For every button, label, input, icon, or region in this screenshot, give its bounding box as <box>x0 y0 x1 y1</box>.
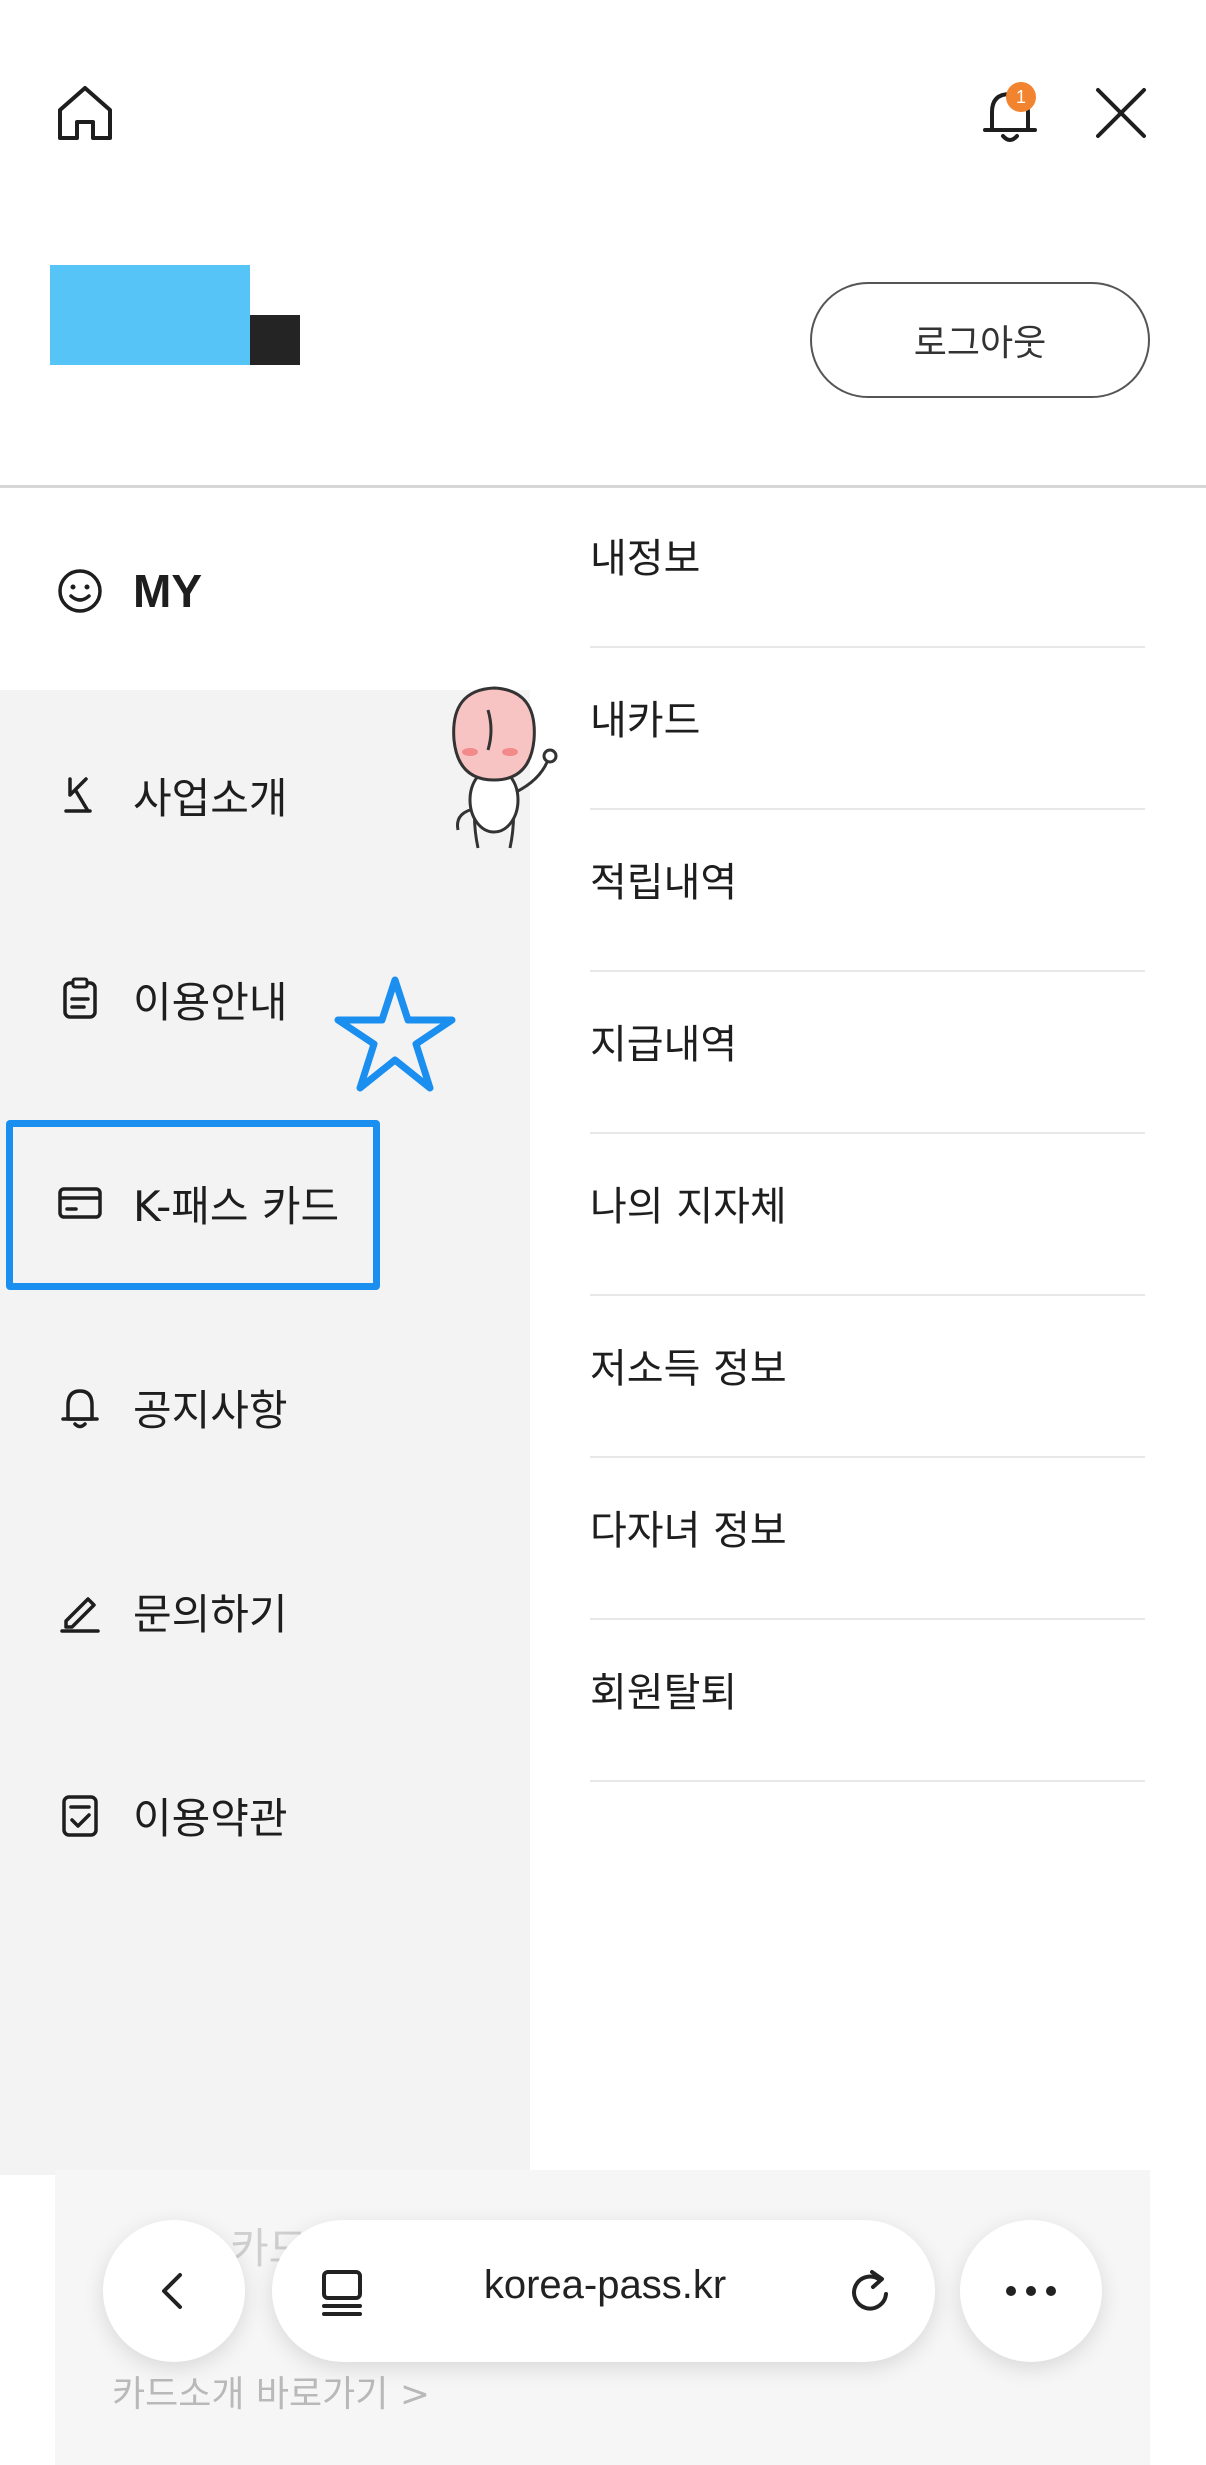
card-intro-link[interactable]: 카드소개 바로가기 > <box>112 2365 430 2417</box>
tabs-icon <box>322 2270 362 2316</box>
sub-item-earn-history[interactable]: 적립내역 <box>590 810 1145 972</box>
nav-label-inquiry: 문의하기 <box>133 1589 288 1639</box>
nav-item-terms[interactable]: 이용약관 <box>55 1775 435 1855</box>
home-icon <box>58 86 112 140</box>
sub-label-my-info: 내정보 <box>590 536 701 582</box>
peach-sticker <box>452 686 558 849</box>
logout-button[interactable]: 로그아웃 <box>810 282 1150 398</box>
nav-label-usage-guide: 이용안내 <box>133 977 288 1027</box>
chevron-left-icon <box>162 2273 182 2309</box>
nav-item-inquiry[interactable]: 문의하기 <box>55 1571 435 1651</box>
nav-item-notice[interactable]: 공지사항 <box>55 1367 435 1447</box>
sub-label-payment-history: 지급내역 <box>590 1022 738 1068</box>
browser-more-button[interactable] <box>960 2220 1102 2362</box>
pencil-icon <box>55 1586 105 1636</box>
sub-label-multichild-info: 다자녀 정보 <box>590 1508 787 1554</box>
reload-button[interactable] <box>840 2262 900 2322</box>
reload-icon <box>852 2270 888 2311</box>
nav-label-business-intro: 사업소개 <box>133 773 288 823</box>
clipboard-icon <box>55 974 105 1024</box>
smile-icon <box>55 566 105 616</box>
sub-label-low-income-info: 저소득 정보 <box>590 1346 787 1392</box>
url-text: korea-pass.kr <box>483 2263 727 2307</box>
notification-badge: 1 <box>1006 82 1036 112</box>
home-button[interactable] <box>50 78 120 148</box>
sub-item-my-municipality[interactable]: 나의 지자체 <box>590 1134 1145 1296</box>
close-icon <box>1096 88 1146 138</box>
nav-label-notice: 공지사항 <box>133 1385 288 1435</box>
sub-label-withdraw: 회원탈퇴 <box>590 1670 738 1716</box>
star-annotation-icon <box>334 976 456 1092</box>
close-button[interactable] <box>1090 82 1152 144</box>
nav-label-my: MY <box>133 565 202 617</box>
highlight-annotation <box>6 1120 380 1290</box>
browser-back-button[interactable] <box>103 2220 245 2362</box>
sub-item-low-income-info[interactable]: 저소득 정보 <box>590 1296 1145 1458</box>
sub-label-my-municipality: 나의 지자체 <box>590 1184 787 1230</box>
bell-icon <box>55 1382 105 1432</box>
document-check-icon <box>55 1790 105 1840</box>
nav-item-business-intro[interactable]: 사업소개 <box>55 755 435 835</box>
nav-label-terms: 이용약관 <box>133 1793 288 1843</box>
more-icon <box>1006 2286 1056 2296</box>
redacted-username-tail <box>250 315 300 365</box>
sub-label-earn-history: 적립내역 <box>590 860 738 906</box>
sub-item-withdraw[interactable]: 회원탈퇴 <box>590 1620 1145 1782</box>
sub-item-my-info[interactable]: 내정보 <box>590 486 1145 648</box>
sub-item-payment-history[interactable]: 지급내역 <box>590 972 1145 1134</box>
nav-item-my[interactable]: MY <box>55 551 435 631</box>
sub-label-my-card: 내카드 <box>590 698 701 744</box>
redacted-username <box>50 265 250 365</box>
tabs-button[interactable] <box>312 2262 372 2322</box>
sub-item-multichild-info[interactable]: 다자녀 정보 <box>590 1458 1145 1620</box>
sub-item-my-card[interactable]: 내카드 <box>590 648 1145 810</box>
k-logo-icon <box>55 770 105 820</box>
